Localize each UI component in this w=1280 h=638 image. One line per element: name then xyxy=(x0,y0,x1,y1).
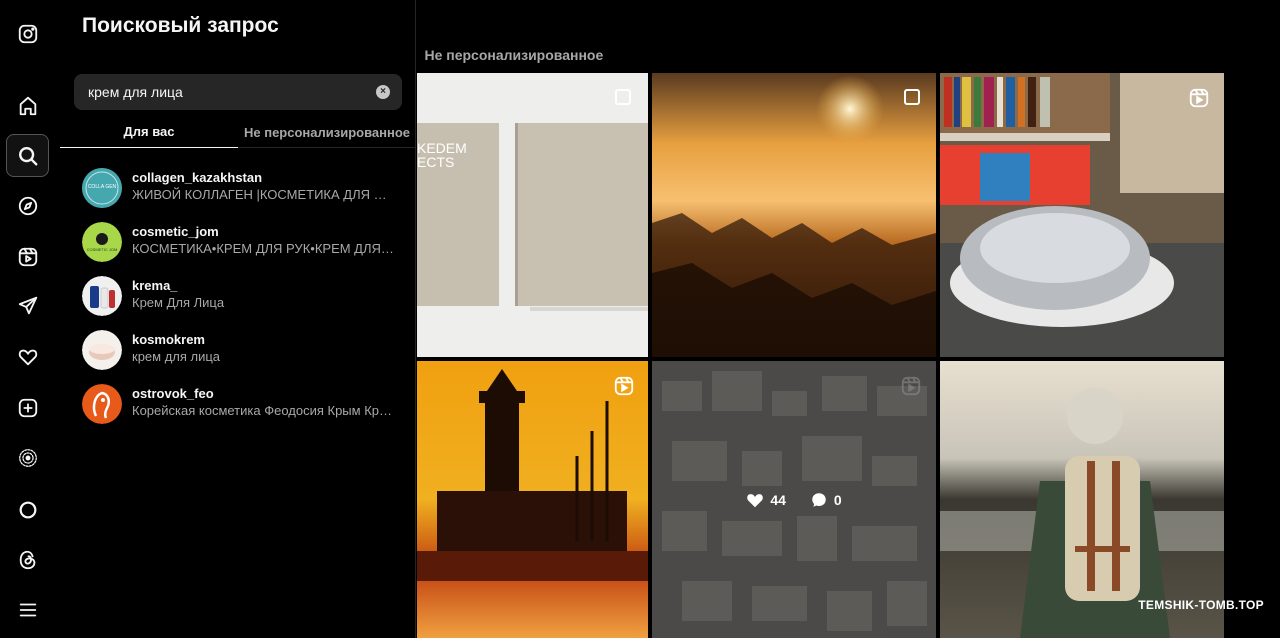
circle-icon xyxy=(19,501,36,518)
likes-stat: 44 xyxy=(746,492,786,508)
carousel-icon xyxy=(904,89,920,105)
explore-tab-label[interactable]: : Не персонализированное xyxy=(412,47,603,63)
explore-post[interactable] xyxy=(940,361,1224,638)
carousel-icon xyxy=(615,89,631,105)
search-result-item[interactable]: kosmokrem крем для лица xyxy=(82,328,402,372)
home-button[interactable] xyxy=(6,84,49,127)
avatar-logo-text: COLLA GEN xyxy=(87,184,117,190)
instagram-logo-button[interactable] xyxy=(6,12,49,55)
search-button[interactable] xyxy=(6,134,49,177)
search-panel: Поисковый запрос × Для вас Не персонализ… xyxy=(56,0,416,638)
explore-post[interactable] xyxy=(940,73,1224,357)
avatar xyxy=(82,384,122,424)
messages-icon xyxy=(18,296,37,314)
home-icon xyxy=(19,96,36,115)
threads-icon xyxy=(19,550,35,569)
result-description: КОСМЕТИКА•КРЕМ ДЛЯ РУК•КРЕМ ДЛЯ ЛИ... xyxy=(132,241,394,256)
close-icon: × xyxy=(380,86,386,97)
create-icon xyxy=(18,398,37,417)
profile-button[interactable] xyxy=(6,488,49,531)
nav-rail xyxy=(0,0,56,638)
avatar xyxy=(82,276,122,316)
threads-button[interactable] xyxy=(6,538,49,581)
tab-for-you[interactable]: Для вас xyxy=(60,116,238,148)
explore-post[interactable] xyxy=(417,361,648,638)
explore-post[interactable] xyxy=(652,73,936,357)
search-result-item[interactable]: COSMETIC JOM cosmetic_jom КОСМЕТИКА•КРЕМ… xyxy=(82,220,402,264)
reels-icon xyxy=(613,375,635,397)
create-button[interactable] xyxy=(6,386,49,429)
menu-button[interactable] xyxy=(6,588,49,631)
search-box: × xyxy=(74,74,402,110)
search-result-item[interactable]: krema_ Крем Для Лица xyxy=(82,274,402,318)
reels-icon xyxy=(1188,87,1210,109)
result-username: ostrovok_feo xyxy=(132,386,214,401)
avatar: COSMETIC JOM xyxy=(82,222,122,262)
comments-count: 0 xyxy=(833,491,842,508)
messages-button[interactable] xyxy=(6,284,49,327)
heart-icon xyxy=(747,493,764,507)
result-username: cosmetic_jom xyxy=(132,224,219,239)
post-image xyxy=(940,361,1224,638)
panel-title: Поисковый запрос xyxy=(82,14,279,37)
explore-icon xyxy=(18,196,37,215)
post-image xyxy=(417,361,648,638)
clear-search-button[interactable]: × xyxy=(376,85,390,99)
search-result-item[interactable]: COLLA GEN collagen_kazakhstan ЖИВОЙ КОЛЛ… xyxy=(82,166,402,210)
result-description: ЖИВОЙ КОЛЛАГЕН |КОСМЕТИКА ДЛЯ ЛИЦ... xyxy=(132,187,394,202)
result-username: krema_ xyxy=(132,278,178,293)
post-image xyxy=(652,73,936,357)
post-image xyxy=(417,73,648,357)
menu-icon xyxy=(19,603,36,616)
watermark: TEMSHIK-TOMB.TOP xyxy=(1138,598,1264,612)
result-description: Корейская косметика Феодосия Крым Кре... xyxy=(132,403,394,418)
post-image xyxy=(940,73,1224,357)
avatar-logo-text: COSMETIC JOM xyxy=(86,247,118,252)
post-hover-overlay: 44 0 xyxy=(652,361,936,638)
notifications-button[interactable] xyxy=(6,335,49,378)
book-cover-text: KEDEM ECTS xyxy=(417,140,467,170)
meta-ai-button[interactable] xyxy=(6,436,49,479)
result-username: kosmokrem xyxy=(132,332,205,347)
avatar: COLLA GEN xyxy=(82,168,122,208)
search-tabs: Для вас Не персонализированное xyxy=(60,116,416,148)
explore-post[interactable]: KEDEM ECTS xyxy=(417,73,648,357)
result-username: collagen_kazakhstan xyxy=(132,170,263,185)
avatar xyxy=(82,330,122,370)
likes-count: 44 xyxy=(770,491,786,508)
search-result-item[interactable]: ostrovok_feo Корейская косметика Феодоси… xyxy=(82,382,402,426)
explore-post[interactable]: 44 0 xyxy=(652,361,936,638)
explore-button[interactable] xyxy=(6,184,49,227)
tab-not-personalized[interactable]: Не персонализированное xyxy=(238,116,416,148)
result-description: Крем Для Лица xyxy=(132,295,225,310)
instagram-icon xyxy=(18,24,37,43)
reels-button[interactable] xyxy=(6,235,49,278)
comment-icon xyxy=(812,492,826,507)
meta-ai-icon xyxy=(18,448,37,467)
search-icon xyxy=(18,146,37,165)
notifications-icon xyxy=(18,349,37,365)
result-description: крем для лица xyxy=(132,349,221,364)
search-input[interactable] xyxy=(88,74,368,110)
comments-stat: 0 xyxy=(810,491,842,509)
reels-icon xyxy=(18,247,37,266)
